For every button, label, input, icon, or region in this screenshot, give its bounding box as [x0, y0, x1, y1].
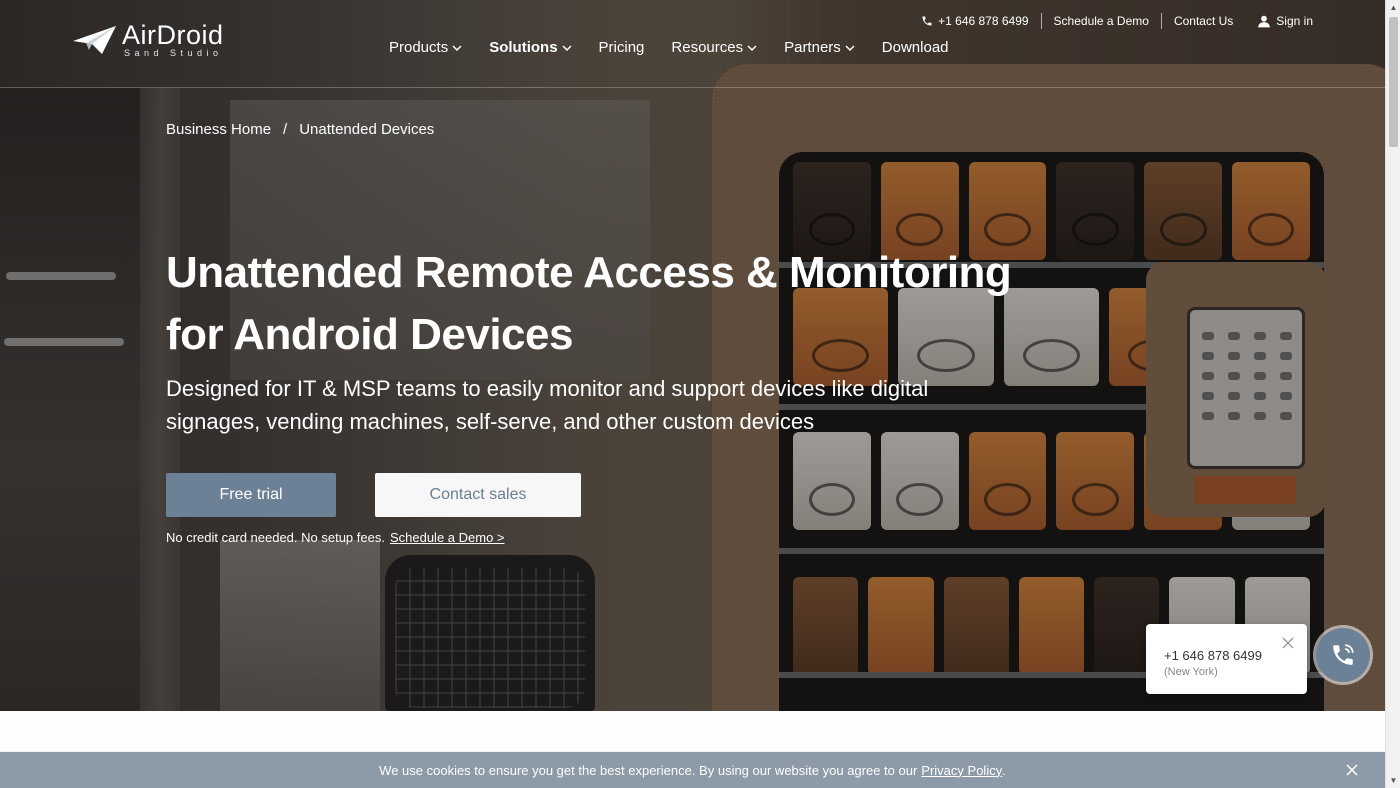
paper-plane-icon — [73, 26, 116, 54]
site-header: AirDroid Sand Studio +1 646 878 6499 Sch… — [0, 0, 1385, 88]
close-icon[interactable] — [1345, 763, 1359, 777]
close-icon[interactable] — [1281, 636, 1295, 650]
cookie-text: We use cookies to ensure you get the bes… — [379, 762, 918, 778]
main-nav: Products Solutions Pricing Resources Par… — [389, 39, 976, 56]
logo-subtitle: Sand Studio — [124, 48, 223, 58]
nav-item-label: Products — [389, 39, 449, 56]
privacy-policy-link[interactable]: Privacy Policy — [921, 763, 1002, 778]
call-button[interactable] — [1316, 628, 1370, 682]
logo[interactable]: AirDroid Sand Studio — [72, 22, 224, 58]
nav-item-pricing[interactable]: Pricing — [599, 39, 645, 56]
scrollbar-thumb[interactable] — [1389, 17, 1398, 147]
chevron-down-icon — [845, 44, 855, 51]
chevron-down-icon — [452, 44, 462, 51]
scrollbar[interactable]: ▲ ▼ — [1385, 0, 1400, 788]
nav-item-products[interactable]: Products — [389, 39, 462, 56]
call-popup: +1 646 878 6499 (New York) — [1146, 624, 1307, 694]
nav-item-label: Solutions — [489, 39, 558, 56]
user-icon — [1258, 15, 1271, 28]
contact-sales-button[interactable]: Contact sales — [375, 473, 581, 517]
nav-item-partners[interactable]: Partners — [784, 39, 855, 56]
nav-item-download[interactable]: Download — [882, 39, 949, 56]
sign-in-label: Sign in — [1276, 14, 1313, 28]
call-popup-phone[interactable]: +1 646 878 6499 — [1164, 648, 1262, 663]
nav-item-label: Partners — [784, 39, 841, 56]
phone-link[interactable]: +1 646 878 6499 — [909, 14, 1040, 28]
scroll-up-arrow[interactable]: ▲ — [1386, 0, 1400, 15]
schedule-demo-inline-link[interactable]: Schedule a Demo > — [390, 530, 505, 545]
nav-item-label: Resources — [671, 39, 744, 56]
phone-number: +1 646 878 6499 — [938, 14, 1029, 28]
page: AirDroid Sand Studio +1 646 878 6499 Sch… — [0, 0, 1400, 788]
logo-text: AirDroid Sand Studio — [122, 20, 224, 59]
schedule-demo-link[interactable]: Schedule a Demo — [1042, 14, 1161, 28]
sign-in-link[interactable]: Sign in — [1245, 14, 1313, 28]
breadcrumb-current: Unattended Devices — [299, 121, 435, 138]
next-section-top — [0, 711, 1385, 751]
top-bar: +1 646 878 6499 Schedule a Demo Contact … — [909, 13, 1313, 29]
call-popup-city: (New York) — [1164, 666, 1218, 678]
cookie-suffix: . — [1002, 762, 1006, 778]
nav-item-label: Download — [881, 39, 949, 56]
contact-us-link[interactable]: Contact Us — [1162, 14, 1245, 28]
breadcrumb: Business Home / Unattended Devices — [166, 121, 434, 138]
free-trial-button[interactable]: Free trial — [166, 473, 336, 517]
nav-item-label: Pricing — [598, 39, 645, 56]
logo-name: AirDroid — [122, 20, 224, 50]
hero-subtitle: Designed for IT & MSP teams to easily mo… — [166, 376, 929, 434]
breadcrumb-separator: / — [283, 121, 288, 138]
phone-icon — [922, 16, 932, 26]
chevron-down-icon — [747, 44, 757, 51]
scroll-down-arrow[interactable]: ▼ — [1386, 773, 1400, 788]
nav-item-resources[interactable]: Resources — [671, 39, 757, 56]
cookie-banner: We use cookies to ensure you get the bes… — [0, 752, 1385, 788]
nav-item-solutions[interactable]: Solutions — [489, 39, 572, 56]
hero-note: No credit card needed. No setup fees. Sc… — [166, 530, 505, 545]
chevron-down-icon — [562, 44, 572, 51]
hero-note-text: No credit card needed. No setup fees. — [166, 530, 385, 545]
breadcrumb-home[interactable]: Business Home — [166, 121, 271, 138]
page-title: Unattended Remote Access & Monitoring fo… — [166, 248, 1012, 359]
phone-call-icon — [1333, 644, 1354, 665]
